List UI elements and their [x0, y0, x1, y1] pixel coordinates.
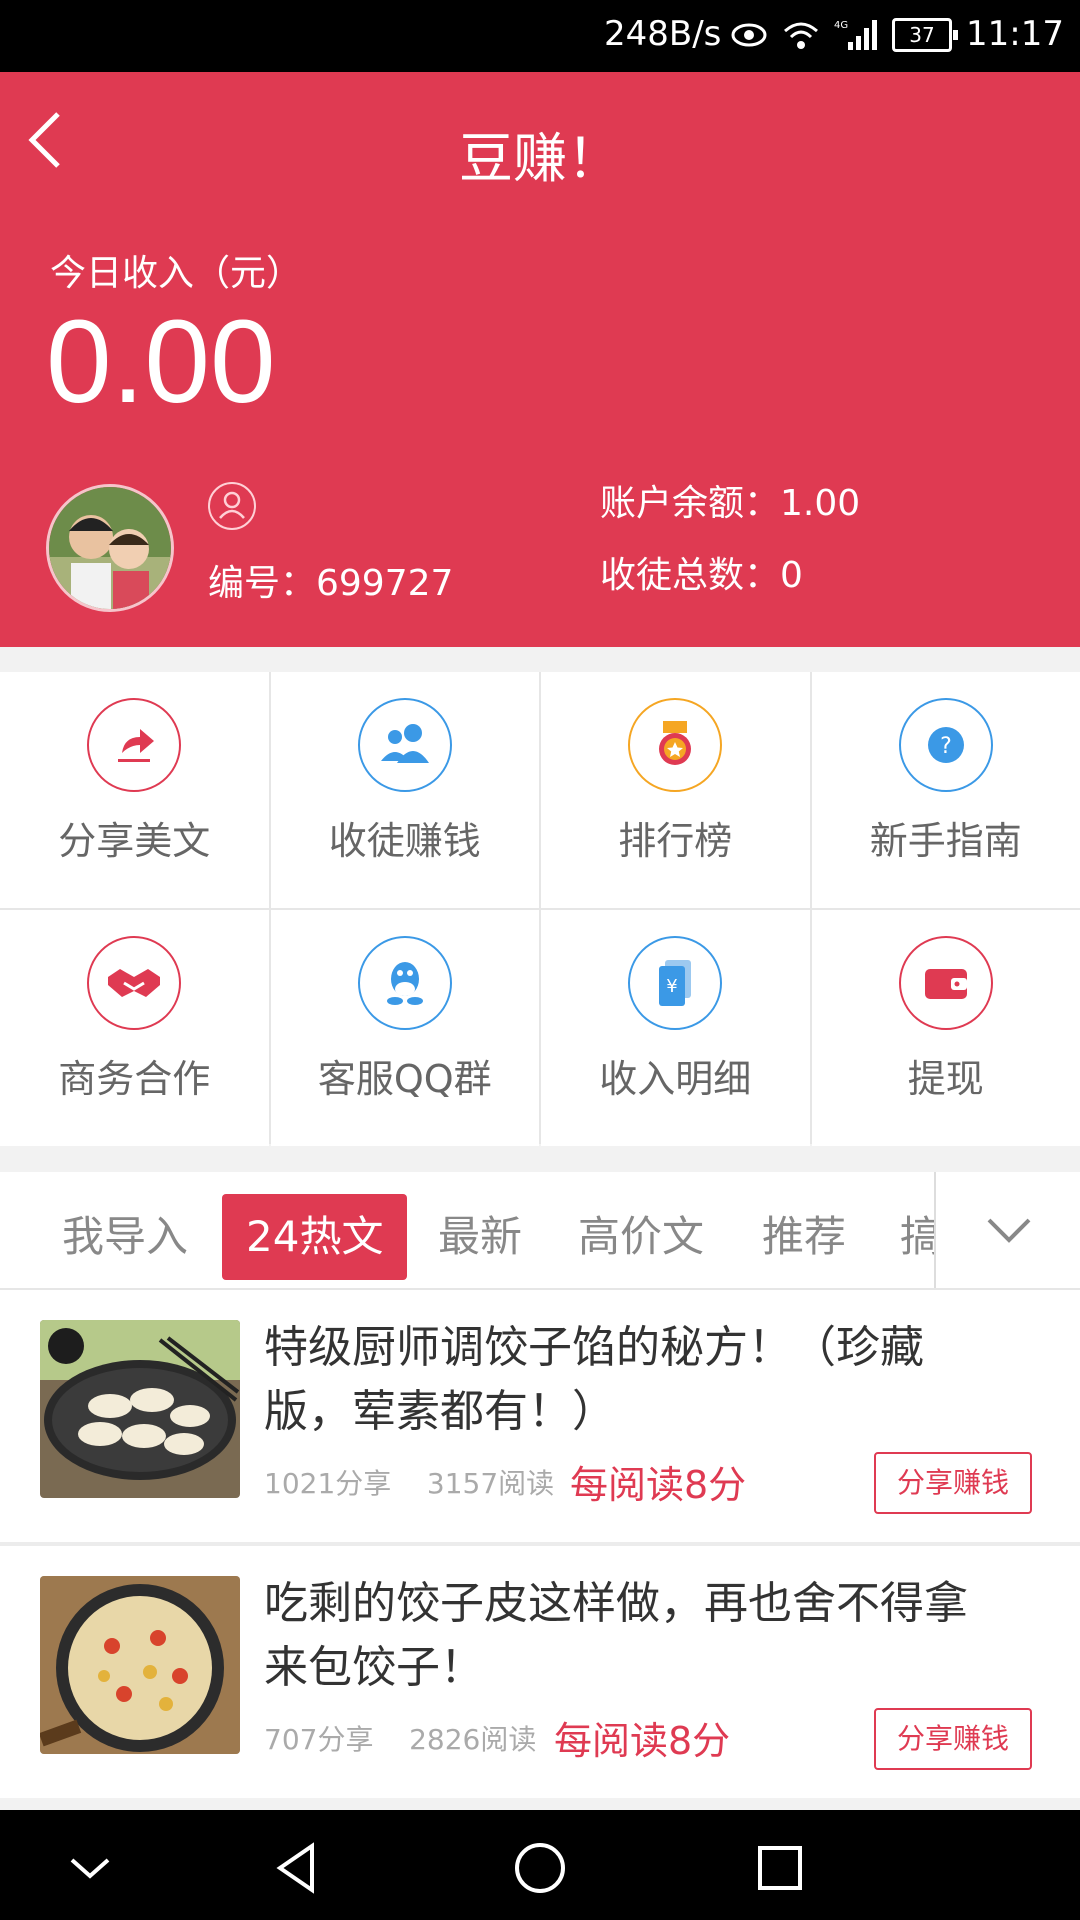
svg-text:4G: 4G: [834, 20, 848, 31]
grid-item-withdraw[interactable]: 提现: [811, 910, 1080, 1146]
share-earn-button[interactable]: 分享赚钱: [874, 1452, 1032, 1514]
signal-icon: 4G: [834, 20, 877, 50]
grid-item-recruit[interactable]: 收徒赚钱: [270, 672, 539, 908]
home-circle-icon[interactable]: [510, 1838, 570, 1898]
disciple-count: 收徒总数：0: [600, 555, 803, 596]
network-speed: 248B/s: [604, 14, 722, 54]
grid-label: 新手指南: [869, 819, 1022, 863]
wallet-icon: [898, 936, 993, 1030]
share-count: 1021分享: [264, 1467, 392, 1500]
user-id: 编号：699727: [208, 563, 454, 604]
grid-label: 商务合作: [58, 1057, 211, 1101]
avatar[interactable]: [46, 484, 174, 612]
today-income-value: 0.00: [46, 296, 276, 428]
income-header: 豆赚！ 今日收入（元） 0.00 编号：699727 账户余额：1.00 收徒总…: [0, 72, 1080, 647]
grid-item-income-detail[interactable]: ¥ 收入明细: [541, 910, 810, 1146]
question-icon: ?: [898, 698, 993, 792]
article-stats: 1021分享 3157阅读: [264, 1462, 554, 1502]
receipt-icon: ¥: [628, 936, 723, 1030]
article-thumbnail: [40, 1576, 240, 1754]
grid-label: 排行榜: [618, 819, 733, 863]
read-reward-rate: 每阅读8分: [570, 1463, 747, 1507]
read-count: 3157阅读: [426, 1467, 555, 1500]
feature-grid: 分享美文 收徒赚钱 排行榜 ? 新手指南 商务合作 客服QQ群 ¥ 收入明细 提…: [0, 672, 1080, 1146]
grid-label: 提现: [907, 1057, 984, 1101]
tab-high-price[interactable]: 高价文: [578, 1194, 704, 1280]
article-title[interactable]: 吃剩的饺子皮这样做，再也舍不得拿来包饺子！: [264, 1572, 1004, 1700]
grid-label: 收徒赚钱: [328, 819, 481, 863]
status-bar: 248B/s 4G 37 11:17: [0, 0, 1080, 72]
tab-hot-24[interactable]: 24热文: [222, 1194, 408, 1280]
recents-square-icon[interactable]: [750, 1838, 810, 1898]
grid-label: 分享美文: [58, 819, 211, 863]
user-icon: [208, 482, 256, 530]
svg-text:?: ?: [940, 734, 952, 759]
read-count: 2826阅读: [409, 1723, 537, 1756]
article-title[interactable]: 特级厨师调饺子馅的秘方！（珍藏版，荤素都有！）: [264, 1316, 1004, 1444]
today-income-label: 今日收入（元）: [50, 253, 303, 294]
share-earn-button[interactable]: 分享赚钱: [874, 1708, 1032, 1770]
article-stats: 707分享 2826阅读: [264, 1718, 536, 1758]
qq-icon: [357, 936, 452, 1030]
share-count: 707分享: [264, 1723, 374, 1756]
grid-label: 收入明细: [599, 1057, 752, 1101]
tab-latest[interactable]: 最新: [438, 1194, 522, 1280]
grid-item-qq-group[interactable]: 客服QQ群: [270, 910, 539, 1146]
chevron-down-icon: [987, 1218, 1031, 1243]
handshake-icon: [87, 936, 182, 1030]
system-nav-bar: [0, 1810, 1080, 1920]
users-icon: [357, 698, 452, 792]
hide-keyboard-chevron-icon[interactable]: [60, 1838, 120, 1898]
read-reward-rate: 每阅读8分: [554, 1719, 731, 1763]
share-icon: [87, 698, 182, 792]
eye-icon: [731, 23, 767, 47]
grid-item-leaderboard[interactable]: 排行榜: [541, 672, 810, 908]
page-title: 豆赚！: [459, 127, 621, 190]
grid-item-business[interactable]: 商务合作: [0, 910, 269, 1146]
article-thumbnail: [40, 1320, 240, 1498]
medal-icon: [628, 698, 723, 792]
back-triangle-icon[interactable]: [268, 1838, 328, 1898]
tab-my-import[interactable]: 我导入: [62, 1194, 188, 1280]
wifi-icon: [784, 22, 818, 49]
tab-expand-button[interactable]: [934, 1172, 1080, 1288]
category-tabs: 我导入 24热文 最新 高价文 推荐 搞: [0, 1172, 1080, 1288]
account-balance: 账户余额：1.00: [600, 483, 861, 524]
divider: [0, 1798, 1080, 1810]
tab-strip: 我导入 24热文 最新 高价文 推荐 搞: [0, 1172, 934, 1288]
grid-item-share-article[interactable]: 分享美文: [0, 672, 269, 908]
clock: 11:17: [966, 14, 1064, 54]
tab-recommend[interactable]: 推荐: [762, 1194, 846, 1280]
grid-item-guide[interactable]: ? 新手指南: [811, 672, 1080, 908]
svg-text:¥: ¥: [667, 976, 678, 997]
tab-funny[interactable]: 搞: [900, 1194, 934, 1280]
status-icons: 4G 37: [730, 18, 958, 52]
article-item[interactable]: 吃剩的饺子皮这样做，再也舍不得拿来包饺子！ 707分享 2826阅读 每阅读8分…: [0, 1546, 1080, 1798]
article-item[interactable]: 特级厨师调饺子馅的秘方！（珍藏版，荤素都有！） 1021分享 3157阅读 每阅…: [0, 1290, 1080, 1542]
grid-label: 客服QQ群: [317, 1057, 492, 1101]
battery-indicator: 37: [892, 18, 958, 52]
